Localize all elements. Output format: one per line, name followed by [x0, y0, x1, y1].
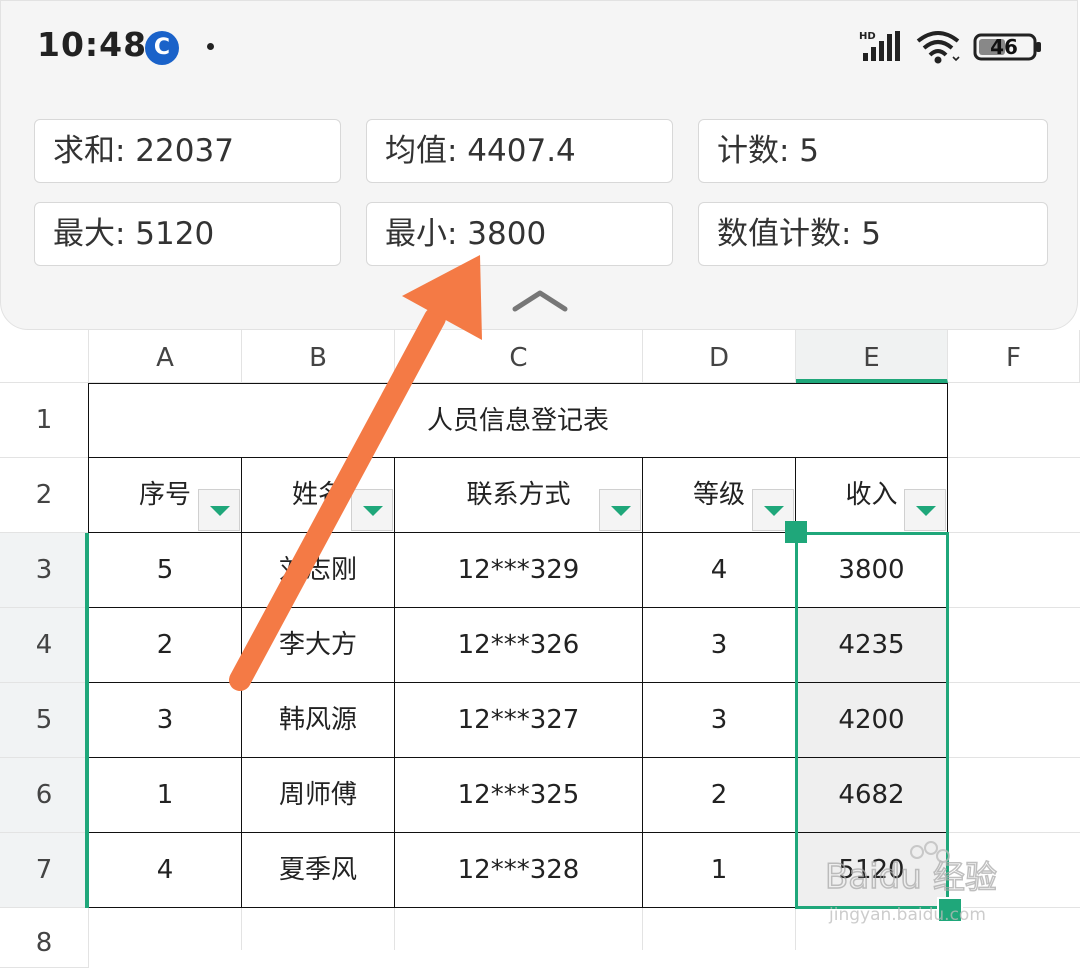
svg-text:经验: 经验 [933, 858, 997, 896]
baidu-jingyan-watermark-logo: Baidu 经验 jingyan.baidu.com [825, 841, 998, 925]
svg-text:jingyan.baidu.com: jingyan.baidu.com [828, 905, 986, 925]
svg-text:Baidu: Baidu [825, 857, 922, 897]
annotation-arrow [229, 255, 482, 691]
